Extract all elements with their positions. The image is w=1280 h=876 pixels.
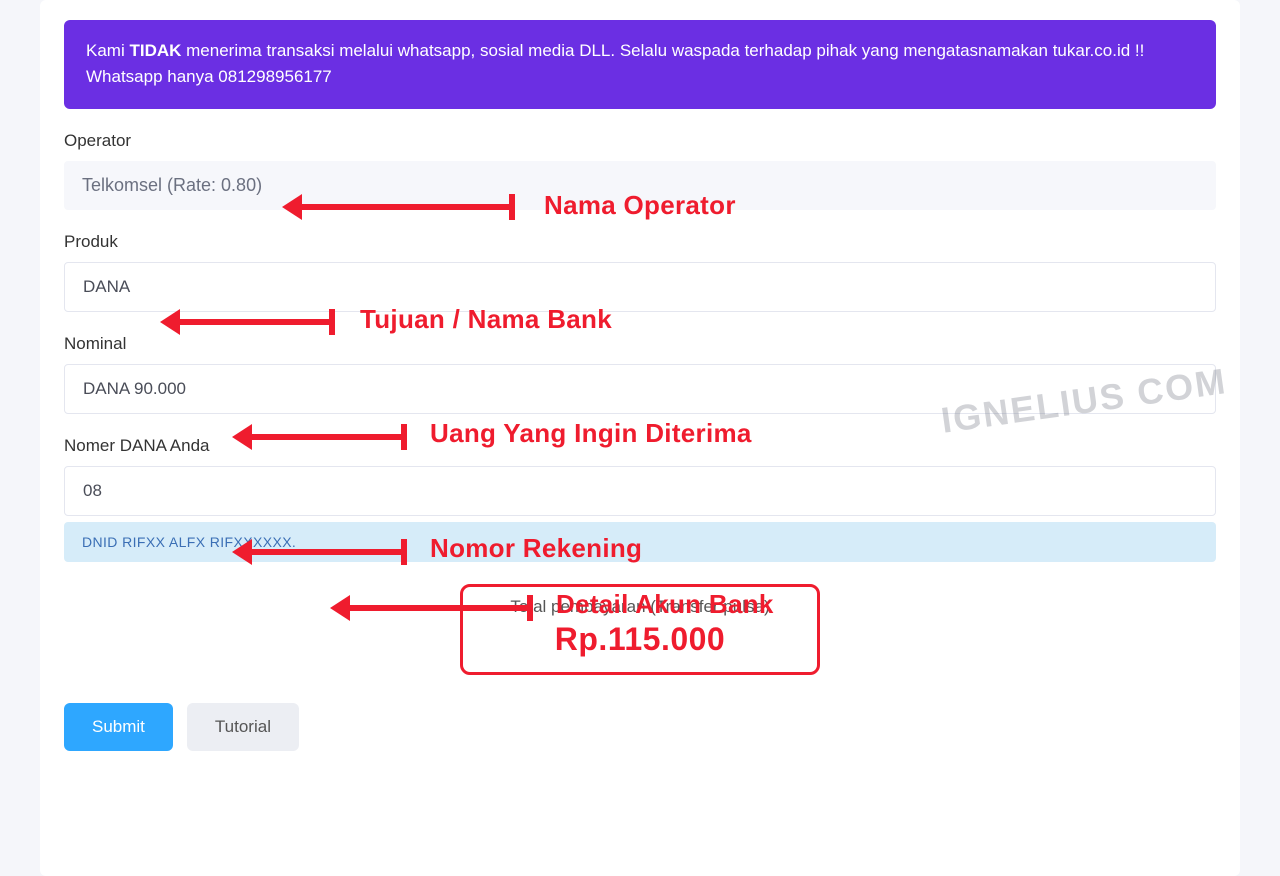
alert-post: menerima transaksi melalui whatsapp, sos… — [86, 41, 1144, 86]
annotation-produk: Tujuan / Nama Bank — [360, 304, 612, 335]
produk-select[interactable] — [64, 262, 1216, 312]
total-amount: Rp.115.000 — [475, 621, 805, 658]
annotation-nominal: Uang Yang Ingin Diterima — [430, 418, 752, 449]
arrow-icon — [160, 315, 332, 329]
annotation-detail: Detail Akun Bank — [556, 589, 774, 620]
tutorial-button[interactable]: Tutorial — [187, 703, 299, 751]
arrow-icon — [330, 601, 530, 615]
alert-pre: Kami — [86, 41, 129, 60]
warning-alert: Kami TIDAK menerima transaksi melalui wh… — [64, 20, 1216, 109]
arrow-icon — [232, 545, 404, 559]
label-operator: Operator — [64, 131, 1216, 151]
alert-bold: TIDAK — [129, 41, 181, 60]
annotation-nomer: Nomor Rekening — [430, 533, 642, 564]
arrow-icon — [232, 430, 404, 444]
label-nominal: Nominal — [64, 334, 1216, 354]
arrow-icon — [282, 200, 512, 214]
annotation-operator: Nama Operator — [544, 190, 736, 221]
submit-button[interactable]: Submit — [64, 703, 173, 751]
account-number-input[interactable] — [64, 466, 1216, 516]
label-produk: Produk — [64, 232, 1216, 252]
